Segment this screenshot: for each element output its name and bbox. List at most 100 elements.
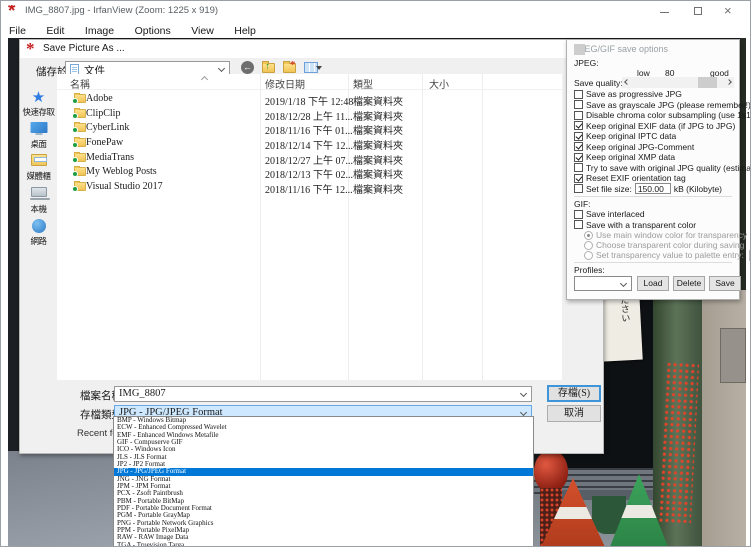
checkbox-row[interactable]: Save as grayscale JPG (please remember!) <box>574 100 732 111</box>
format-option[interactable]: TGA - Truevision Targa <box>114 542 533 547</box>
file-row[interactable]: Adobe2019/1/18 下午 12:48檔案資料夾 <box>57 92 562 107</box>
checkbox[interactable] <box>574 153 583 162</box>
panel-title-bar[interactable]: JPEG/GIF save options <box>567 40 739 56</box>
quality-slider[interactable] <box>622 77 734 88</box>
maximize-button[interactable] <box>685 1 714 21</box>
file-name-cell: MediaTrans <box>70 152 134 163</box>
checkbox-row[interactable]: Save interlaced <box>574 209 732 220</box>
chevron-down-icon <box>520 390 527 397</box>
slider-left-arrow-icon[interactable] <box>624 79 630 85</box>
checkbox[interactable] <box>574 174 583 183</box>
sort-ascending-icon <box>201 76 208 83</box>
checkbox-label: Try to save with original JPG quality (e… <box>586 163 751 173</box>
folder-icon <box>74 109 86 118</box>
file-row[interactable]: ClipClip2018/12/28 上午 11...檔案資料夾 <box>57 107 562 122</box>
sync-badge-icon <box>72 113 78 119</box>
close-button[interactable]: × <box>717 1 746 21</box>
checkbox[interactable] <box>574 111 583 120</box>
column-header-name[interactable]: 名稱 <box>70 76 90 91</box>
checkbox-label: Keep original EXIF data (if JPG to JPG) <box>586 121 735 131</box>
radio-button[interactable] <box>584 241 593 250</box>
checkbox[interactable] <box>574 132 583 141</box>
checkbox-row[interactable]: Disable chroma color subsampling (use 1x… <box>574 110 732 121</box>
save-button[interactable]: 存檔(S) <box>547 385 601 402</box>
folder-icon <box>74 138 86 147</box>
checkbox[interactable] <box>574 121 583 130</box>
radio-label: Choose transparent color during saving <box>596 240 744 250</box>
menu-view[interactable]: View <box>183 23 222 37</box>
menu-bar: File Edit Image Options View Help <box>1 21 751 38</box>
profile-save-button[interactable]: Save <box>709 276 741 291</box>
filename-input[interactable]: IMG_8807 <box>114 386 532 402</box>
format-option[interactable]: GIF - Compuserve GIF <box>114 439 533 446</box>
profiles-combobox[interactable] <box>574 276 632 291</box>
separator <box>574 196 732 197</box>
checkbox-row[interactable]: Keep original XMP data <box>574 152 732 163</box>
profile-delete-button[interactable]: Delete <box>673 276 705 291</box>
sidebar-item-libraries[interactable]: 媒體櫃 <box>20 154 57 184</box>
checkbox-label: Save interlaced <box>586 209 645 219</box>
sidebar-item-desktop[interactable]: 桌面 <box>20 122 57 152</box>
checkbox-row[interactable]: Save with a transparent color <box>574 220 732 231</box>
gif-radios: Use main window color for transparencyCh… <box>574 230 732 260</box>
minimize-button[interactable] <box>651 1 680 21</box>
jpeg-section-label: JPEG: <box>574 58 732 68</box>
format-option[interactable]: ICO - Windows Icon <box>114 446 533 453</box>
separator <box>574 262 732 263</box>
menu-help[interactable]: Help <box>226 23 264 37</box>
sidebar-item-quick-access[interactable]: ★ 快速存取 <box>20 90 57 120</box>
checkbox-row[interactable]: Try to save with original JPG quality (e… <box>574 163 732 174</box>
checkbox[interactable] <box>574 142 583 151</box>
sign-text: ださい <box>618 295 634 358</box>
checkbox[interactable] <box>574 163 583 172</box>
checkbox-row[interactable]: Save as progressive JPG <box>574 89 732 100</box>
profile-load-button[interactable]: Load <box>637 276 669 291</box>
file-list-header: 名稱 修改日期 類型 大小 <box>57 74 562 90</box>
checkbox[interactable] <box>574 220 583 229</box>
column-header-type[interactable]: 類型 <box>353 76 373 91</box>
file-list-rows: Adobe2019/1/18 下午 12:48檔案資料夾ClipClip2018… <box>57 92 562 195</box>
slider-right-arrow-icon[interactable] <box>726 79 732 85</box>
format-dropdown-list: BMP - Windows BitmapECW - Enhanced Compr… <box>113 416 534 547</box>
menu-image[interactable]: Image <box>77 23 122 37</box>
desktop-icon <box>30 122 47 133</box>
irfanview-dialog-icon: * <box>26 43 37 54</box>
format-option[interactable]: JLS - JLS Format <box>114 454 533 461</box>
sidebar-item-this-pc[interactable]: 本機 <box>20 187 57 217</box>
menu-file[interactable]: File <box>1 23 34 37</box>
slider-thumb[interactable] <box>698 77 717 88</box>
sidebar-item-network[interactable]: 網路 <box>20 219 57 249</box>
checkbox[interactable] <box>574 90 583 99</box>
cancel-button[interactable]: 取消 <box>547 405 601 422</box>
radio-row[interactable]: Choose transparent color during saving <box>574 240 732 250</box>
checkbox[interactable] <box>574 210 583 219</box>
radio-button[interactable] <box>584 231 593 240</box>
checkbox-row[interactable]: Reset EXIF orientation tag <box>574 173 732 184</box>
sync-badge-icon <box>72 142 78 148</box>
format-option[interactable]: JPG - JPG/JPEG Format <box>114 468 533 475</box>
checkbox-row[interactable]: Keep original EXIF data (if JPG to JPG) <box>574 121 732 132</box>
jpeg-gif-options-panel: JPEG/GIF save options JPEG: low 80 good … <box>566 39 740 300</box>
panel-close-icon[interactable] <box>574 44 585 55</box>
set-file-size-checkbox[interactable] <box>574 184 583 193</box>
file-row[interactable]: MediaTrans2018/12/27 上午 07...檔案資料夾 <box>57 151 562 166</box>
file-row[interactable]: Visual Studio 20172018/11/16 下午 12...檔案資… <box>57 180 562 195</box>
file-size-input[interactable]: 150.00 <box>635 183 671 194</box>
file-row[interactable]: CyberLink2018/11/16 下午 01...檔案資料夾 <box>57 121 562 136</box>
profiles-row: Load Delete Save <box>574 275 732 293</box>
file-row[interactable]: FonePaw2018/12/14 下午 12...檔案資料夾 <box>57 136 562 151</box>
menu-edit[interactable]: Edit <box>38 23 72 37</box>
menu-options[interactable]: Options <box>127 23 179 37</box>
radio-row[interactable]: Set transparency value to palette entry:… <box>574 250 732 260</box>
checkbox-row[interactable]: Keep original IPTC data <box>574 131 732 142</box>
column-header-size[interactable]: 大小 <box>429 76 449 91</box>
column-header-date[interactable]: 修改日期 <box>265 76 305 91</box>
file-size-row[interactable]: Set file size: 150.00 kB (Kilobyte) <box>574 184 732 195</box>
dialog-title-bar[interactable]: * Save Picture As ... <box>20 40 603 58</box>
file-row[interactable]: My Weblog Posts2018/12/13 下午 02...檔案資料夾 <box>57 165 562 180</box>
radio-button[interactable] <box>584 251 593 260</box>
radio-row[interactable]: Use main window color for transparency <box>574 230 732 240</box>
format-option[interactable]: JNG - JNG Format <box>114 476 533 483</box>
checkbox[interactable] <box>574 100 583 109</box>
checkbox-row[interactable]: Keep original JPG-Comment <box>574 142 732 153</box>
